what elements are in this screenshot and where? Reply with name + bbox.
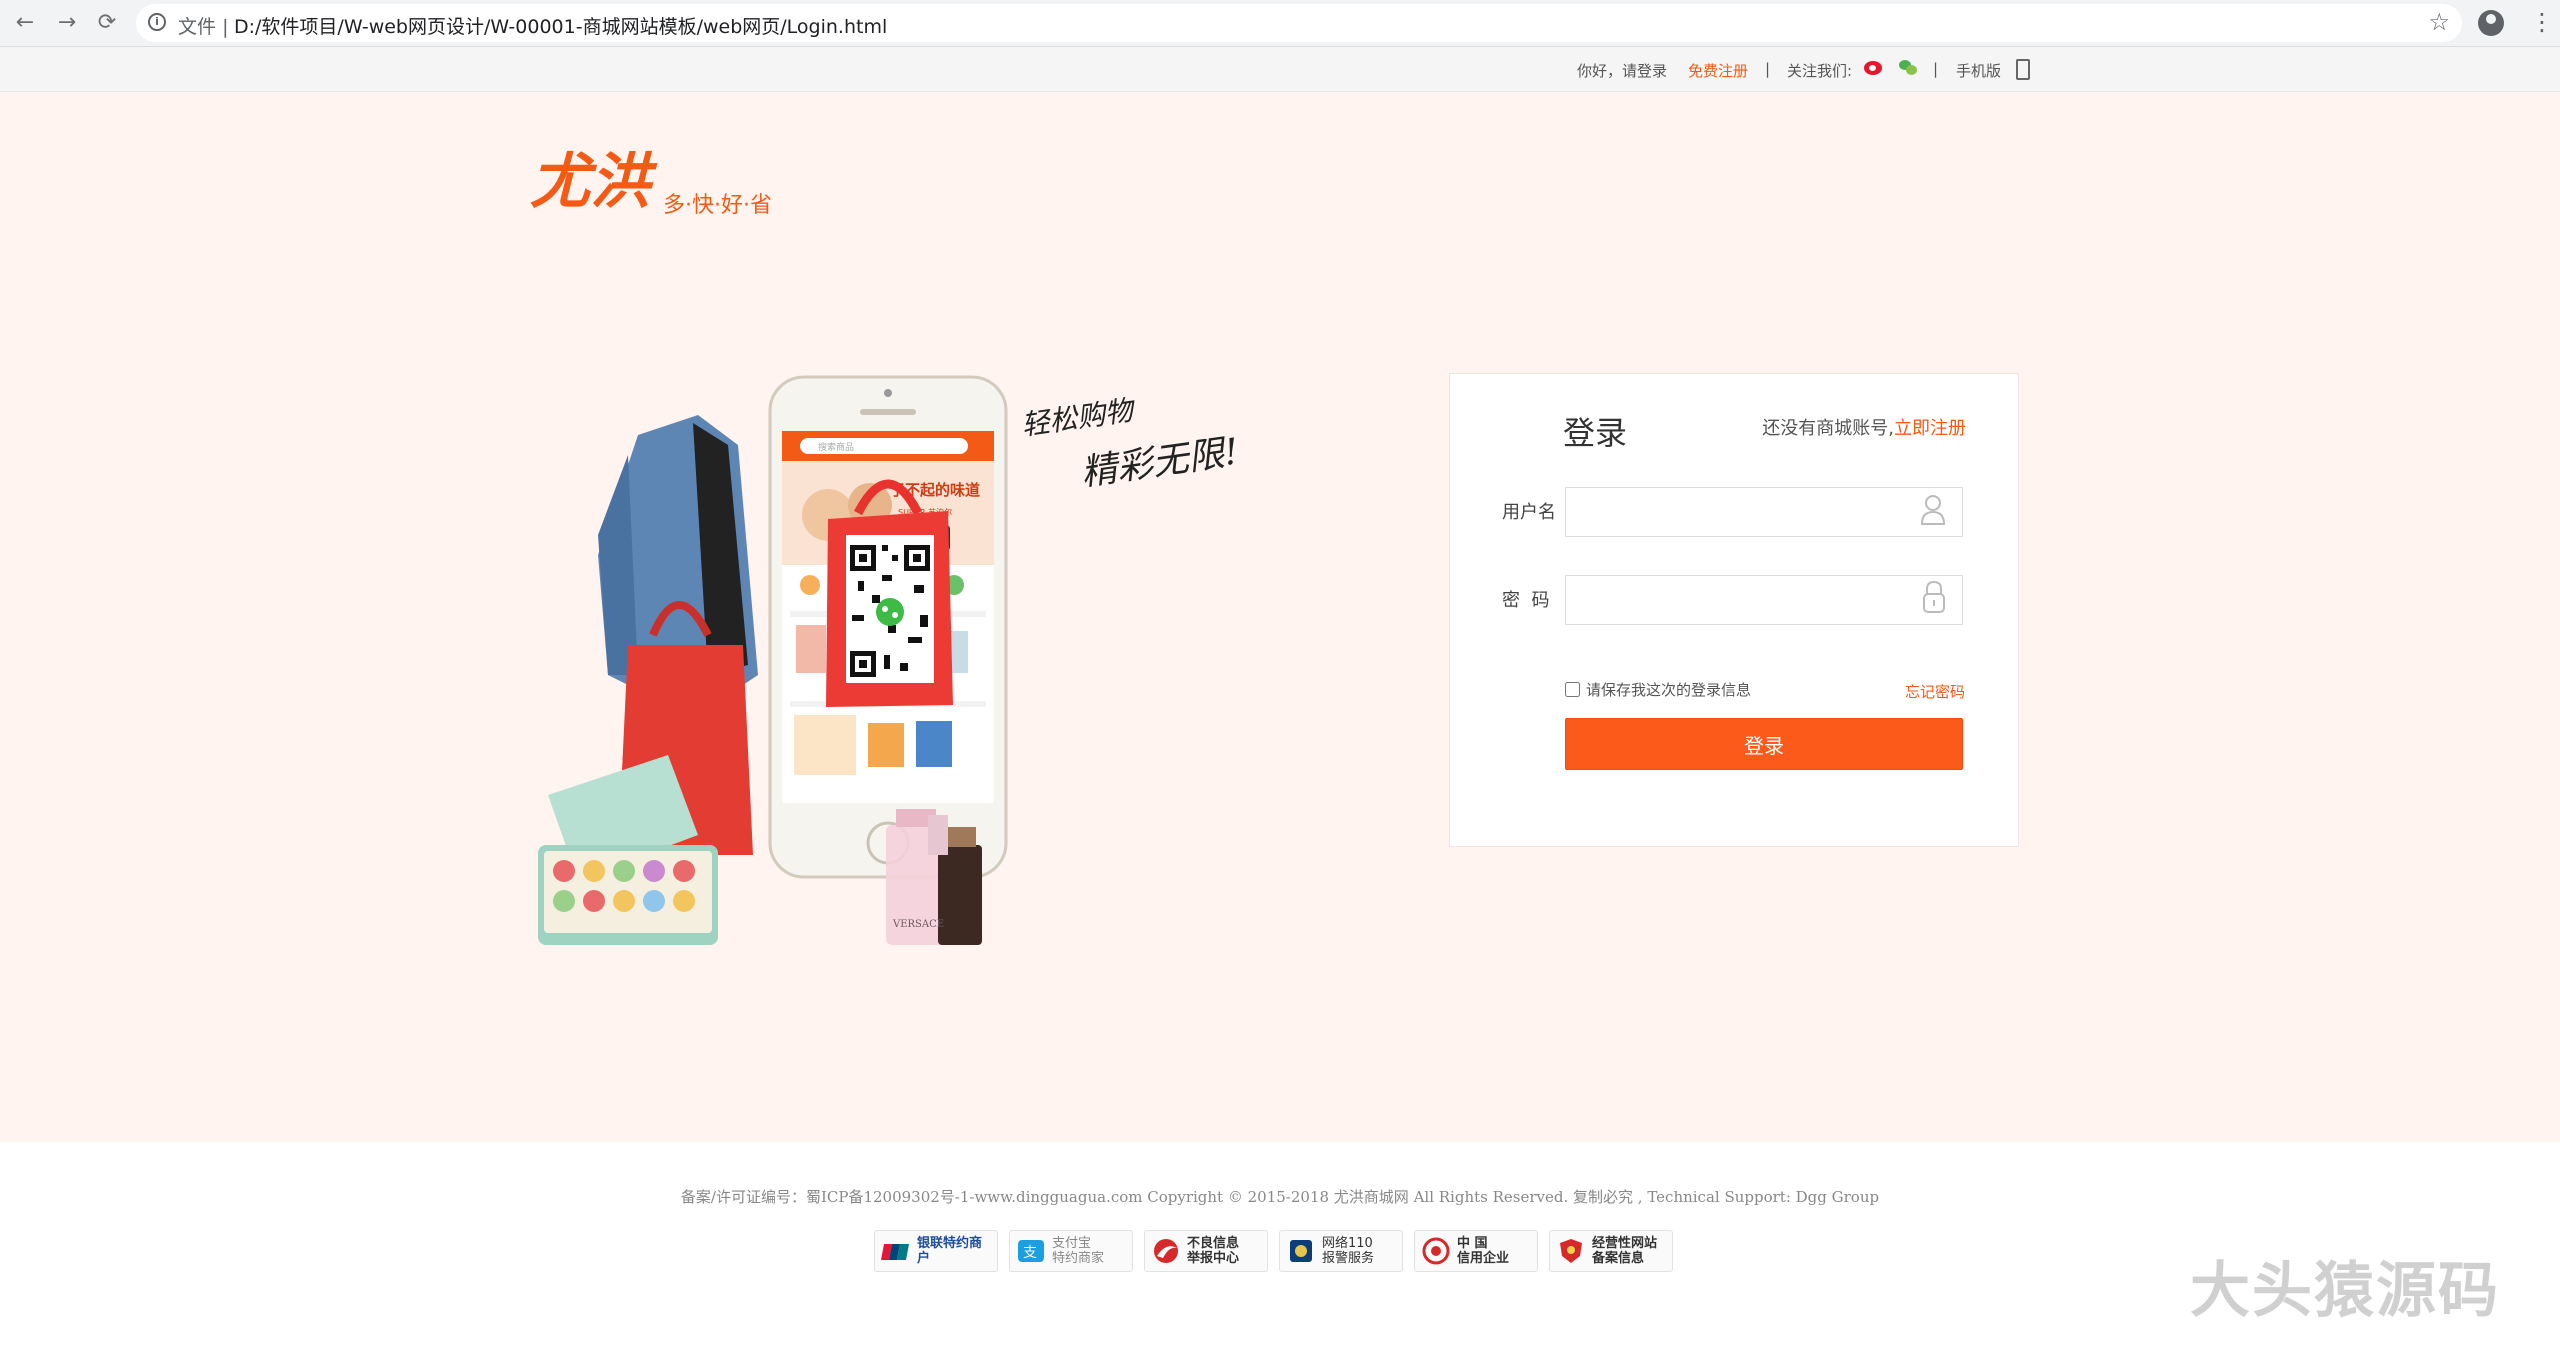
remember-option[interactable]: 请保存我这次的登录信息 [1565, 679, 1751, 700]
perfume-brand-text: VERSACE [892, 919, 944, 930]
lock-icon [1923, 580, 1945, 613]
login-greeting-link[interactable]: 你好，请登录 [1577, 60, 1667, 81]
report-center-icon [1154, 1239, 1178, 1263]
mobile-phone-icon[interactable] [2016, 59, 2030, 80]
username-input[interactable] [1565, 487, 1963, 537]
address-bar[interactable]: i 文件 | D:/软件项目/W-web网页设计/W-00001-商城网站模板/… [136, 4, 2462, 42]
weibo-icon[interactable] [1864, 61, 1882, 75]
back-icon[interactable]: ← [12, 10, 38, 36]
login-panel: 登录 还没有商城账号,立即注册 用户名 密 码 请保存我这次的登录信息 忘记密码… [1449, 373, 2019, 847]
address-scheme: 文件 | [178, 16, 229, 38]
unionpay-icon [881, 1244, 909, 1260]
svg-text:支: 支 [1023, 1245, 1037, 1261]
forgot-password-link[interactable]: 忘记密码 [1905, 681, 1965, 702]
promo-slogan-line2: 精彩无限! [1079, 431, 1242, 494]
forward-icon[interactable]: → [54, 10, 80, 36]
badge-label: 网络110 报警服务 [1322, 1236, 1375, 1266]
report-center-badge[interactable]: 不良信息 举报中心 [1144, 1230, 1268, 1272]
trust-badges: 银联特约商户 支 支付宝 特约商家 不良信息 举报中心 网络110 报警服务 中… [874, 1230, 1673, 1276]
topbar-divider: | [1765, 60, 1771, 78]
register-prompt: 还没有商城账号,立即注册 [1762, 414, 1966, 440]
website-filing-badge[interactable]: 经营性网站 备案信息 [1549, 1230, 1673, 1272]
site-footer: 备案/许可证编号：蜀ICP备12009302号-1-www.dingguagua… [0, 1142, 2560, 1349]
site-topbar: 你好，请登录 免费注册 | 关注我们: | 手机版 [0, 47, 2560, 92]
badge-label: 经营性网站 备案信息 [1592, 1236, 1658, 1266]
remember-label: 请保存我这次的登录信息 [1586, 681, 1752, 699]
police-110-badge[interactable]: 网络110 报警服务 [1279, 1230, 1403, 1272]
badge-label: 支付宝 特约商家 [1052, 1236, 1105, 1266]
credit-seal-icon [1422, 1237, 1450, 1265]
promo-slogan-line1: 轻松购物 [1019, 393, 1138, 442]
promo-illustration: 搜索商品 了不起的味道 SUPOR 苏泊尔 VERSACE 轻松购物 精彩无限! [538, 375, 1242, 945]
bookmark-star-icon[interactable]: ☆ [2428, 8, 2450, 36]
badge-label: 中 国 信用企业 [1457, 1236, 1510, 1266]
main-area: 尤洪 多·快·好·省 搜索商品 了不起的味道 SUPOR 苏泊尔 VERSACE… [0, 92, 2560, 1142]
no-account-text: 还没有商城账号, [1762, 418, 1894, 439]
logo-slogan: 多·快·好·省 [663, 193, 772, 218]
password-input[interactable] [1565, 575, 1963, 625]
reload-icon[interactable]: ⟳ [94, 10, 120, 36]
login-title: 登录 [1563, 414, 1628, 452]
login-submit-button[interactable]: 登录 [1565, 718, 1963, 770]
badge-label: 不良信息 举报中心 [1187, 1236, 1240, 1266]
remember-checkbox[interactable] [1565, 682, 1580, 697]
mobile-version-link[interactable]: 手机版 [1956, 60, 2001, 81]
address-url[interactable]: D:/软件项目/W-web网页设计/W-00001-商城网站模板/web网页/L… [234, 12, 887, 39]
browser-chrome: ← → ⟳ i 文件 | D:/软件项目/W-web网页设计/W-00001-商… [0, 0, 2560, 47]
phone-search-placeholder: 搜索商品 [818, 441, 854, 453]
credit-enterprise-badge[interactable]: 中 国 信用企业 [1414, 1230, 1538, 1272]
logo-brand-first: 尤洪 [530, 147, 658, 217]
filing-shield-icon [1560, 1239, 1582, 1263]
follow-us-label: 关注我们: [1787, 62, 1853, 80]
site-logo[interactable]: 尤洪 多·快·好·省 [530, 140, 830, 220]
badge-label: 银联特约商户 [917, 1236, 983, 1266]
password-label: 密 码 [1502, 590, 1550, 611]
free-register-link[interactable]: 免费注册 [1688, 60, 1748, 81]
topbar-divider-2: | [1933, 60, 1939, 78]
unionpay-badge[interactable]: 银联特约商户 [874, 1230, 998, 1272]
wechat-icon[interactable] [1899, 60, 1917, 76]
register-now-link[interactable]: 立即注册 [1894, 418, 1966, 439]
watermark-text: 大头猿源码 [2190, 1256, 2500, 1326]
browser-menu-icon[interactable]: ⋮ [2530, 8, 2554, 36]
police-icon [1290, 1240, 1312, 1262]
copyright-text: 备案/许可证编号：蜀ICP备12009302号-1-www.dingguagua… [680, 1188, 1880, 1206]
info-icon[interactable]: i [148, 13, 166, 31]
account-icon[interactable] [2478, 10, 2504, 36]
perfume-image: VERSACE [886, 809, 982, 945]
user-icon [1920, 495, 1946, 525]
username-label: 用户名 [1502, 502, 1556, 523]
alipay-badge[interactable]: 支 支付宝 特约商家 [1009, 1230, 1133, 1272]
alipay-icon: 支 [1018, 1240, 1044, 1262]
